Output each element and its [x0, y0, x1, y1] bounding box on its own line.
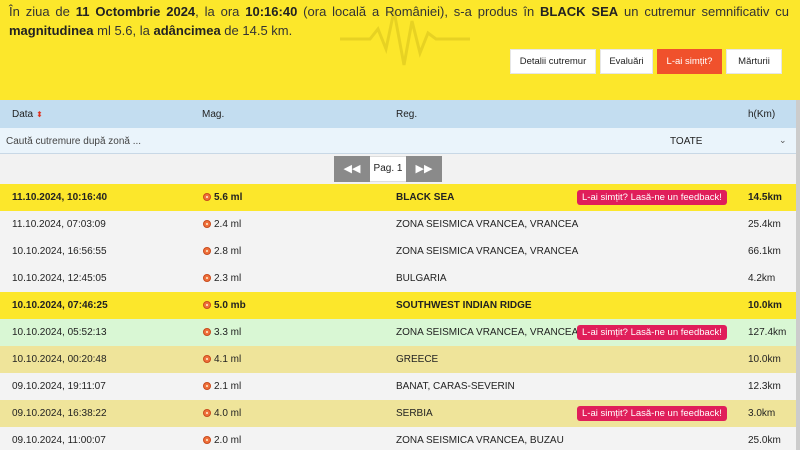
- next-page-button[interactable]: ▶▶: [406, 156, 442, 182]
- magnitude-dot-icon: [203, 247, 211, 255]
- row-date: 10.10.2024, 00:20:48: [12, 354, 107, 365]
- row-magnitude: 2.0 ml: [214, 435, 242, 446]
- row-magnitude: 2.4 ml: [214, 219, 242, 230]
- region-filter-select[interactable]: TOATE: [670, 136, 702, 147]
- table-row[interactable]: 10.10.2024, 05:52:13 3.3 ml ZONA SEISMIC…: [0, 319, 796, 346]
- magnitude-dot-icon: [203, 220, 211, 228]
- row-magnitude: 4.0 ml: [214, 408, 242, 419]
- banner-time: 10:16:40: [245, 4, 298, 19]
- magnitude-dot-icon: [203, 328, 211, 336]
- row-depth: 12.3km: [748, 381, 781, 392]
- table-row[interactable]: 11.10.2024, 10:16:40 5.6 ml BLACK SEA L-…: [0, 184, 796, 211]
- row-region: SERBIA: [396, 408, 433, 419]
- magnitude-dot-icon: [203, 193, 211, 201]
- sort-updown-icon[interactable]: ⬍: [36, 110, 43, 119]
- row-magnitude: 4.1 ml: [214, 354, 242, 365]
- page-indicator: Pag. 1: [370, 156, 406, 182]
- row-magnitude: 3.3 ml: [214, 327, 242, 338]
- magnitude-dot-icon: [203, 355, 211, 363]
- row-depth: 25.4km: [748, 219, 781, 230]
- row-depth: 25.0km: [748, 435, 781, 446]
- table-row[interactable]: 10.10.2024, 07:46:25 5.0 mb SOUTHWEST IN…: [0, 292, 796, 319]
- column-header-depth: h(Km): [748, 109, 776, 120]
- table-row[interactable]: 09.10.2024, 11:00:07 2.0 ml ZONA SEISMIC…: [0, 427, 796, 450]
- row-date: 11.10.2024, 10:16:40: [12, 192, 108, 203]
- row-region: BANAT, CARAS-SEVERIN: [396, 381, 515, 392]
- table-row[interactable]: 11.10.2024, 07:03:09 2.4 ml ZONA SEISMIC…: [0, 211, 796, 238]
- row-region: ZONA SEISMICA VRANCEA, VRANCEA: [396, 219, 579, 230]
- row-magnitude: 2.3 ml: [214, 273, 242, 284]
- magnitude-dot-icon: [203, 274, 211, 282]
- feedback-badge[interactable]: L-ai simțit? Lasă-ne un feedback!: [577, 325, 727, 340]
- row-region: ZONA SEISMICA VRANCEA, BUZAU: [396, 435, 564, 446]
- row-depth: 3.0km: [748, 408, 776, 419]
- table-row[interactable]: 10.10.2024, 16:56:55 2.8 ml ZONA SEISMIC…: [0, 238, 796, 265]
- row-date: 09.10.2024, 11:00:07: [12, 435, 106, 446]
- row-date: 10.10.2024, 16:56:55: [12, 246, 107, 257]
- chevron-down-icon[interactable]: ⌄: [779, 135, 787, 146]
- row-date: 10.10.2024, 12:45:05: [12, 273, 107, 284]
- region-search-input[interactable]: [6, 133, 446, 149]
- banner-date: 11 Octombrie 2024: [75, 4, 196, 19]
- row-depth: 4.2km: [748, 273, 776, 284]
- row-region: BULGARIA: [396, 273, 447, 284]
- row-date: 10.10.2024, 05:52:13: [12, 327, 107, 338]
- row-region: BLACK SEA: [396, 192, 455, 203]
- row-magnitude: 5.6 ml: [214, 192, 243, 203]
- magnitude-dot-icon: [203, 382, 211, 390]
- table-row[interactable]: 10.10.2024, 00:20:48 4.1 ml GREECE 10.0k…: [0, 346, 796, 373]
- banner-region: BLACK SEA: [540, 4, 619, 19]
- row-date: 09.10.2024, 16:38:22: [12, 408, 107, 419]
- magnitude-dot-icon: [203, 409, 211, 417]
- row-region: ZONA SEISMICA VRANCEA, VRANCEA: [396, 246, 579, 257]
- double-left-arrow-icon: ◀◀: [343, 163, 361, 175]
- row-date: 10.10.2024, 07:46:25: [12, 300, 108, 311]
- tab-testimonials[interactable]: Mărturii: [726, 49, 782, 74]
- page-scrollbar[interactable]: [796, 100, 800, 450]
- magnitude-dot-icon: [203, 436, 211, 444]
- magnitude-dot-icon: [203, 301, 211, 309]
- row-region: ZONA SEISMICA VRANCEA, VRANCEA: [396, 327, 579, 338]
- row-depth: 14.5km: [748, 192, 782, 203]
- row-depth: 66.1km: [748, 246, 781, 257]
- double-right-arrow-icon: ▶▶: [415, 163, 433, 175]
- row-date: 11.10.2024, 07:03:09: [12, 219, 106, 230]
- column-header-region: Reg.: [396, 109, 418, 120]
- column-header-magnitude: Mag.: [202, 109, 225, 120]
- earthquake-banner: În ziua de 11 Octombrie 2024, la ora 10:…: [0, 0, 800, 100]
- column-header-date[interactable]: Data ⬍: [12, 109, 43, 120]
- row-date: 09.10.2024, 19:11:07: [12, 381, 106, 392]
- row-region: SOUTHWEST INDIAN RIDGE: [396, 300, 532, 311]
- previous-page-button[interactable]: ◀◀: [334, 156, 370, 182]
- feedback-badge[interactable]: L-ai simțit? Lasă-ne un feedback!: [577, 190, 727, 205]
- table-header: Data ⬍ Mag. Reg. h(Km): [0, 100, 796, 128]
- row-depth: 10.0km: [748, 300, 782, 311]
- row-region: GREECE: [396, 354, 439, 365]
- feedback-badge[interactable]: L-ai simțit? Lasă-ne un feedback!: [577, 406, 727, 421]
- row-depth: 10.0km: [748, 354, 781, 365]
- tab-earthquake-details[interactable]: Detalii cutremur: [510, 49, 596, 74]
- tab-evaluations[interactable]: Evaluări: [600, 49, 653, 74]
- row-magnitude: 2.8 ml: [214, 246, 242, 257]
- row-depth: 127.4km: [748, 327, 787, 338]
- row-magnitude: 2.1 ml: [214, 381, 242, 392]
- table-row[interactable]: 09.10.2024, 19:11:07 2.1 ml BANAT, CARAS…: [0, 373, 796, 400]
- tab-did-you-feel-it[interactable]: L-ai simțit?: [657, 49, 722, 74]
- banner-summary: În ziua de 11 Octombrie 2024, la ora 10:…: [9, 4, 789, 38]
- row-magnitude: 5.0 mb: [214, 300, 246, 311]
- table-row[interactable]: 09.10.2024, 16:38:22 4.0 ml SERBIA L-ai …: [0, 400, 796, 427]
- filter-bar: TOATE ⌄: [0, 128, 796, 154]
- table-row[interactable]: 10.10.2024, 12:45:05 2.3 ml BULGARIA 4.2…: [0, 265, 796, 292]
